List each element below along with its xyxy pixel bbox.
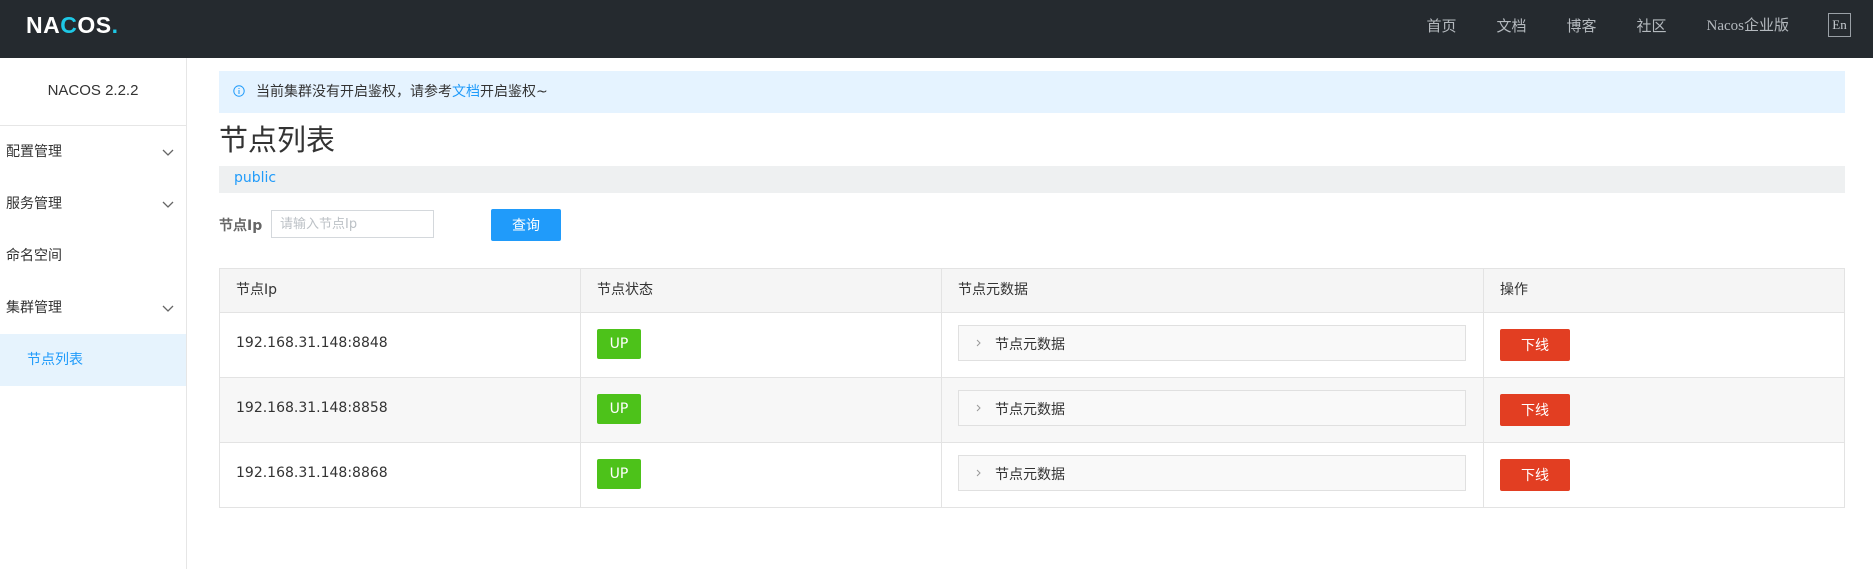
- chevron-down-icon: [162, 282, 174, 334]
- sidebar-item-node-list[interactable]: 节点列表: [0, 334, 186, 386]
- docs-link[interactable]: 文档: [452, 84, 480, 100]
- node-ip: 192.168.31.148:8858: [236, 400, 388, 416]
- nav-enterprise[interactable]: Nacos企业版: [1707, 16, 1790, 36]
- chevron-down-icon: [162, 126, 174, 178]
- sidebar-item-label: 命名空间: [6, 248, 62, 264]
- cell-node-metadata: 节点元数据: [942, 313, 1484, 377]
- table-row: 192.168.31.148:8868 UP 节点元数据 下线: [220, 443, 1844, 507]
- notice-text-before: 当前集群没有开启鉴权，请参考: [256, 84, 452, 100]
- metadata-label: 节点元数据: [995, 402, 1065, 418]
- metadata-expander[interactable]: 节点元数据: [958, 325, 1466, 361]
- table-row: 192.168.31.148:8858 UP 节点元数据 下线: [220, 378, 1844, 443]
- cell-node-status: UP: [581, 378, 942, 442]
- nav-blog[interactable]: 博客: [1566, 16, 1596, 36]
- namespace-public[interactable]: public: [234, 170, 276, 186]
- version-label: NACOS 2.2.2: [0, 58, 186, 126]
- offline-button[interactable]: 下线: [1500, 329, 1570, 361]
- sidebar-item-label: 服务管理: [6, 196, 62, 212]
- status-badge: UP: [597, 394, 641, 424]
- cell-node-metadata: 节点元数据: [942, 443, 1484, 507]
- chevron-right-icon: [976, 404, 981, 412]
- logo-text-1: NA: [26, 12, 61, 38]
- namespace-bar: public: [219, 166, 1845, 193]
- chevron-right-icon: [976, 339, 981, 347]
- top-header: NACOS. 首页 文档 博客 社区 Nacos企业版 En: [0, 0, 1873, 58]
- sidebar-item-label: 集群管理: [6, 300, 62, 316]
- column-header-node-status: 节点状态: [581, 269, 942, 312]
- nacos-logo[interactable]: NACOS.: [26, 12, 118, 39]
- offline-button[interactable]: 下线: [1500, 394, 1570, 426]
- node-ip: 192.168.31.148:8868: [236, 465, 388, 481]
- node-ip-input[interactable]: [271, 210, 434, 238]
- cell-node-ip: 192.168.31.148:8848: [220, 313, 581, 377]
- logo-text-2: C: [60, 12, 78, 38]
- metadata-expander[interactable]: 节点元数据: [958, 455, 1466, 491]
- language-switch-button[interactable]: En: [1828, 13, 1851, 37]
- sidebar-item-service-management[interactable]: 服务管理: [0, 178, 186, 230]
- sidebar: NACOS 2.2.2 配置管理 服务管理 命名空间 集群管理 节点列表: [0, 58, 187, 569]
- offline-button[interactable]: 下线: [1500, 459, 1570, 491]
- query-button[interactable]: 查询: [491, 209, 561, 241]
- sidebar-item-config-management[interactable]: 配置管理: [0, 126, 186, 178]
- nav-docs[interactable]: 文档: [1496, 16, 1526, 36]
- column-header-actions: 操作: [1500, 282, 1528, 298]
- cell-actions: 下线: [1484, 313, 1844, 377]
- node-table: 节点Ip 节点状态 节点元数据 操作 192.168.31.148:8848 U…: [219, 268, 1845, 508]
- node-ip: 192.168.31.148:8848: [236, 335, 388, 351]
- cell-node-status: UP: [581, 443, 942, 507]
- column-header-node-ip: 节点Ip: [220, 269, 581, 312]
- node-ip-label: 节点Ip: [219, 218, 263, 234]
- status-badge: UP: [597, 459, 641, 489]
- status-badge: UP: [597, 329, 641, 359]
- info-icon: [233, 85, 245, 97]
- notice-text: 当前集群没有开启鉴权，请参考文档开启鉴权~: [256, 71, 548, 113]
- nav-community[interactable]: 社区: [1636, 16, 1666, 36]
- page-title: 节点列表: [219, 123, 336, 157]
- cell-actions: 下线: [1484, 378, 1844, 442]
- column-header-node-metadata: 节点元数据: [942, 269, 1484, 312]
- table-row: 192.168.31.148:8848 UP 节点元数据 下线: [220, 313, 1844, 378]
- notice-text-after: 开启鉴权~: [480, 84, 548, 100]
- logo-text-3: OS: [77, 12, 112, 38]
- cell-node-ip: 192.168.31.148:8868: [220, 443, 581, 507]
- top-nav: 首页 文档 博客 社区 Nacos企业版: [1386, 16, 1789, 36]
- chevron-down-icon: [162, 178, 174, 230]
- nav-home[interactable]: 首页: [1426, 16, 1456, 36]
- metadata-label: 节点元数据: [995, 337, 1065, 353]
- sidebar-menu: 配置管理 服务管理 命名空间 集群管理 节点列表: [0, 126, 186, 386]
- metadata-label: 节点元数据: [995, 467, 1065, 483]
- auth-notice: 当前集群没有开启鉴权，请参考文档开启鉴权~: [219, 71, 1845, 113]
- sidebar-item-namespace[interactable]: 命名空间: [0, 230, 186, 282]
- sidebar-item-cluster-management[interactable]: 集群管理: [0, 282, 186, 334]
- cell-node-ip: 192.168.31.148:8858: [220, 378, 581, 442]
- cell-actions: 下线: [1484, 443, 1844, 507]
- chevron-right-icon: [976, 469, 981, 477]
- sidebar-item-label: 配置管理: [6, 144, 62, 160]
- cell-node-metadata: 节点元数据: [942, 378, 1484, 442]
- cell-node-status: UP: [581, 313, 942, 377]
- table-header: 节点Ip 节点状态 节点元数据 操作: [220, 269, 1844, 313]
- metadata-expander[interactable]: 节点元数据: [958, 390, 1466, 426]
- logo-text-4: .: [111, 12, 119, 38]
